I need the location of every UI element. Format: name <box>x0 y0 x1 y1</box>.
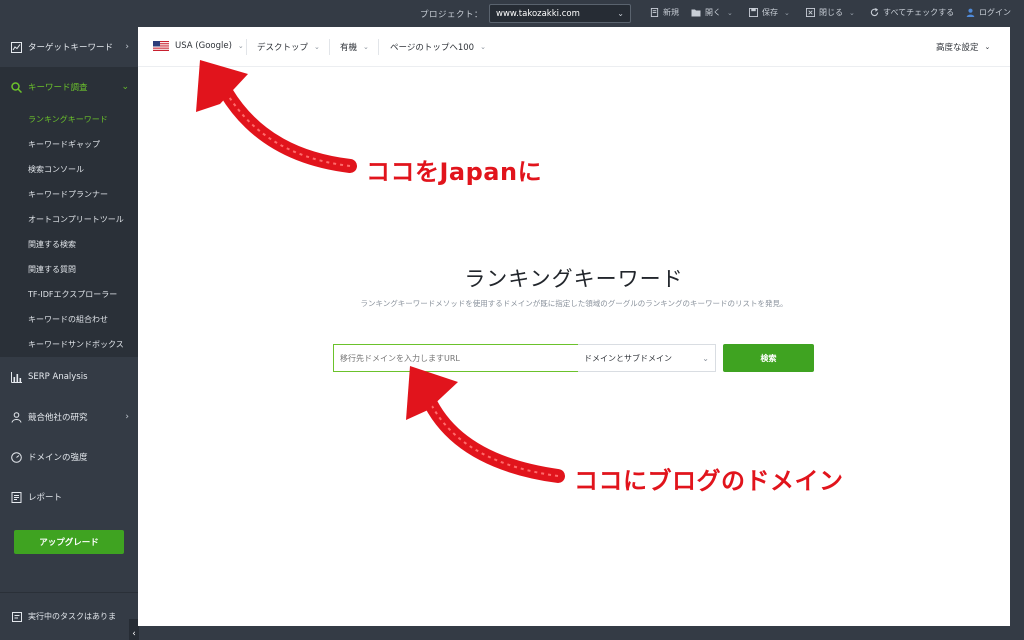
arrow-to-input <box>406 366 565 483</box>
arrow-to-country <box>196 60 357 173</box>
annotation-bottom: ココにブログのドメイン <box>574 467 844 495</box>
annotation-top: ココをJapanに <box>366 158 543 186</box>
annotation-arrows <box>196 60 565 483</box>
